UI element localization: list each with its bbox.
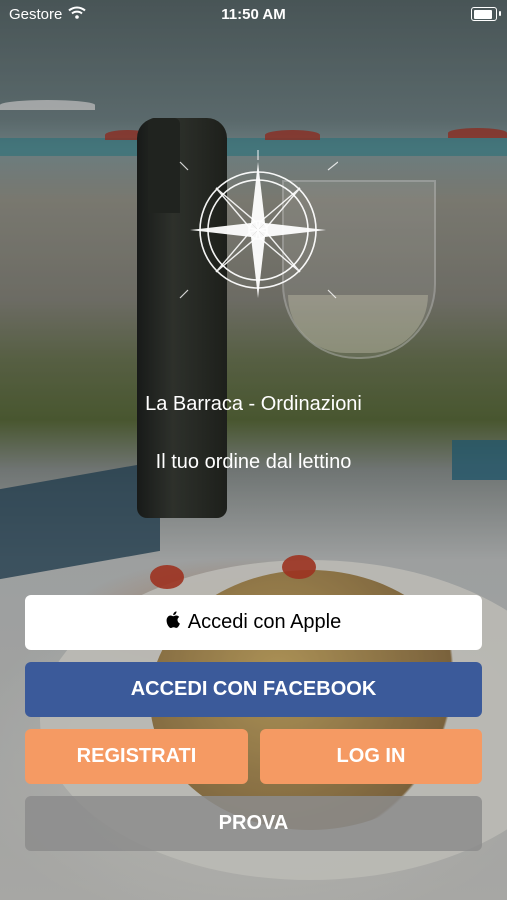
facebook-button-label: ACCEDI CON FACEBOOK [130, 678, 377, 700]
app-title: La Barraca - Ordinazioni [145, 393, 362, 415]
clock: 11:50 AM [221, 6, 286, 23]
login-button[interactable]: LOG IN [260, 729, 482, 784]
apple-button-label: Accedi con Apple [187, 611, 342, 633]
app-subtitle: Il tuo ordine dal lettino [155, 451, 352, 473]
login-button-label: LOG IN [336, 745, 406, 767]
sign-in-with-apple-button[interactable]: Accedi con Apple [25, 595, 482, 650]
try-button[interactable]: PROVA [25, 796, 482, 851]
battery-fill [473, 9, 492, 19]
login-screen: Gestore 11:50 AM La Barraca - Ordinazion… [0, 0, 507, 900]
battery-icon [471, 7, 501, 21]
register-button-label: REGISTRATI [76, 745, 197, 767]
facebook-login-button[interactable]: ACCEDI CON FACEBOOK [25, 662, 482, 717]
try-button-label: PROVA [218, 812, 289, 834]
register-button[interactable]: REGISTRATI [25, 729, 248, 784]
apple-icon [166, 611, 180, 634]
compass-rose-icon [178, 150, 339, 310]
status-bar: Gestore 11:50 AM [0, 0, 507, 28]
